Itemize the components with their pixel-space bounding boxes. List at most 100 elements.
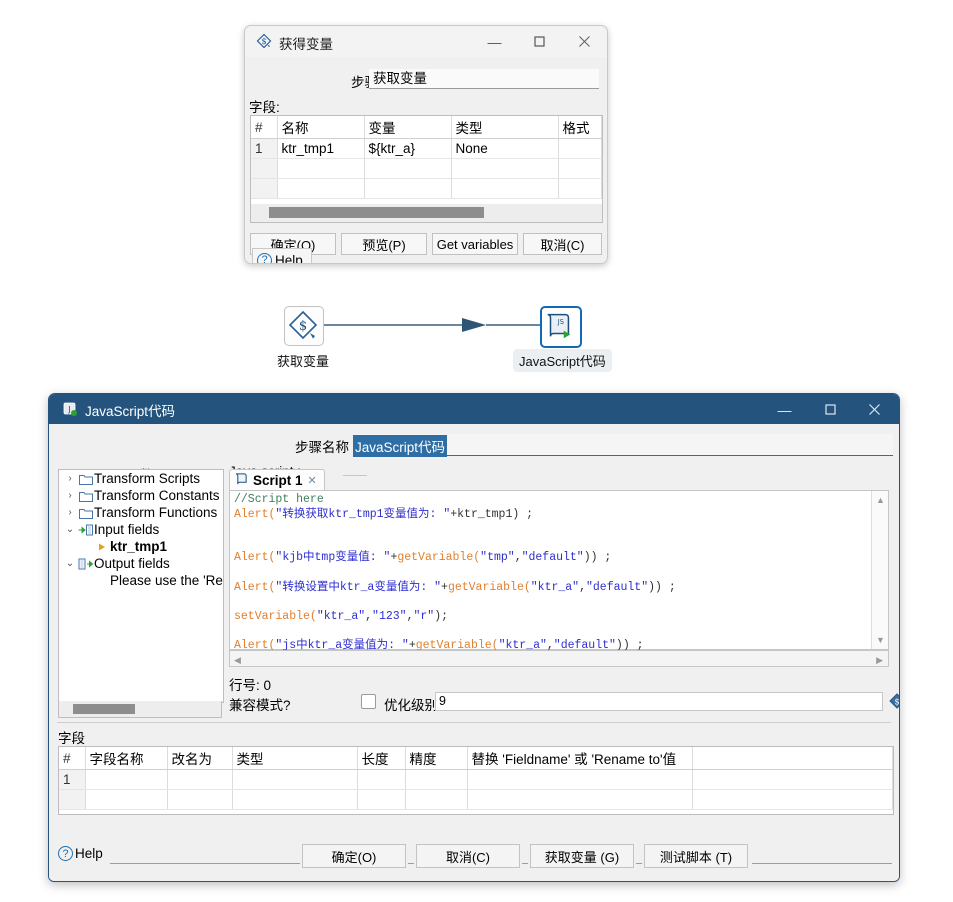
tree-item-output-fields[interactable]: ⌄ Output fields <box>59 555 223 572</box>
cell-extra[interactable] <box>692 790 893 810</box>
cell-rename-to[interactable] <box>167 790 232 810</box>
preview-button[interactable]: 预览(P) <box>341 233 427 255</box>
cell-precision[interactable] <box>405 770 467 790</box>
ok-button[interactable]: 确定(O) <box>302 844 406 868</box>
dialog1-table-hscrollbar[interactable] <box>250 204 603 223</box>
chevron-right-icon[interactable]: › <box>63 473 77 484</box>
code-editor[interactable]: //Script hereAlert("转换获取ktr_tmp1变量值为: "+… <box>229 490 889 650</box>
cell-format[interactable] <box>558 179 602 199</box>
hscrollbar-thumb[interactable] <box>269 207 484 218</box>
col-header-field-name[interactable]: 字段名称 <box>85 747 167 770</box>
cell-length[interactable] <box>357 790 405 810</box>
dialog2-help-button[interactable]: ? Help <box>58 846 103 861</box>
dialog2-title-bar[interactable]: J JavaScript代码 — <box>49 394 899 424</box>
scroll-left-icon[interactable]: ◀ <box>234 655 241 666</box>
transformation-canvas[interactable]: $ 获取变量 JS JavaScript代码 <box>0 276 953 386</box>
step-node-get-variable[interactable]: $ <box>284 306 324 346</box>
tree-item-transform-constants[interactable]: › Transform Constants <box>59 487 223 504</box>
tree-hscrollbar[interactable] <box>58 701 222 718</box>
dialog1-minimize-button[interactable]: — <box>472 26 517 57</box>
tree-item-input-fields[interactable]: ⌄ Input fields <box>59 521 223 538</box>
dialog2-close-button[interactable] <box>852 394 897 425</box>
cell-field-name[interactable] <box>85 770 167 790</box>
tree-item-ktr-tmp1[interactable]: ktr_tmp1 <box>59 538 223 555</box>
cell-precision[interactable] <box>405 790 467 810</box>
table-row[interactable] <box>251 159 602 179</box>
col-header-name[interactable]: 名称 <box>277 116 364 139</box>
cell-name[interactable]: ktr_tmp1 <box>277 139 364 159</box>
dialog1-help-button[interactable]: ? Help <box>252 248 312 264</box>
col-header-type[interactable]: 类型 <box>451 116 558 139</box>
step-label-get-variable[interactable]: 获取变量 <box>277 351 329 370</box>
dialog2-minimize-button[interactable]: — <box>762 394 807 425</box>
scroll-up-icon[interactable]: ▲ <box>876 495 885 505</box>
cell-name[interactable] <box>277 159 364 179</box>
editor-hscrollbar[interactable]: ◀ ▶ <box>229 650 889 667</box>
cell-type[interactable] <box>451 159 558 179</box>
cell-variable[interactable] <box>364 179 451 199</box>
variable-diamond-icon[interactable]: $ <box>889 693 900 709</box>
dialog1-close-button[interactable] <box>562 26 607 57</box>
cell-rename-to[interactable] <box>167 770 232 790</box>
cell-name[interactable] <box>277 179 364 199</box>
col-header-variable[interactable]: 变量 <box>364 116 451 139</box>
code-content[interactable]: //Script hereAlert("转换获取ktr_tmp1变量值为: "+… <box>234 493 868 654</box>
col-header-precision[interactable]: 精度 <box>405 747 467 770</box>
scroll-right-icon[interactable]: ▶ <box>876 655 883 666</box>
cell-length[interactable] <box>357 770 405 790</box>
dialog2-step-name-input[interactable]: JavaScript代码 <box>353 434 893 456</box>
table-row[interactable]: 1 ktr_tmp1 ${ktr_a} None <box>251 139 602 159</box>
editor-vscrollbar[interactable]: ▲ ▼ <box>871 491 888 649</box>
table-row[interactable] <box>251 179 602 199</box>
dialog1-title-bar[interactable]: $ 获得变量 — <box>245 26 607 57</box>
cell-replace[interactable] <box>467 770 692 790</box>
hop-connector[interactable] <box>0 276 953 386</box>
dialog1-maximize-button[interactable] <box>517 26 562 57</box>
cell-format[interactable] <box>558 139 602 159</box>
col-header-replace[interactable]: 替换 'Fieldname' 或 'Rename to'值 <box>467 747 692 770</box>
compatibility-mode-checkbox[interactable] <box>361 694 376 709</box>
functions-tree[interactable]: › Transform Scripts › Transform Constant… <box>58 469 224 703</box>
chevron-down-icon[interactable]: ⌄ <box>63 558 77 569</box>
cell-variable[interactable]: ${ktr_a} <box>364 139 451 159</box>
tab-script-1[interactable]: Script 1 ✕ <box>229 469 325 490</box>
cell-type[interactable] <box>232 770 357 790</box>
chevron-right-icon[interactable]: › <box>63 490 77 501</box>
scroll-down-icon[interactable]: ▼ <box>876 635 885 645</box>
table-row[interactable] <box>59 790 893 810</box>
col-header-format[interactable]: 格式 <box>558 116 602 139</box>
get-variables-button[interactable]: Get variables <box>432 233 518 255</box>
cell-format[interactable] <box>558 159 602 179</box>
cancel-button[interactable]: 取消(C) <box>416 844 520 868</box>
col-header-extra[interactable] <box>692 747 893 770</box>
col-header-index[interactable]: # <box>251 116 277 139</box>
cell-variable[interactable] <box>364 159 451 179</box>
cell-extra[interactable] <box>692 770 893 790</box>
step-label-javascript[interactable]: JavaScript代码 <box>513 349 612 372</box>
cell-type[interactable] <box>232 790 357 810</box>
optimization-level-input[interactable]: 9 <box>435 692 883 711</box>
hscrollbar-thumb[interactable] <box>73 704 135 714</box>
dialog2-fields-table[interactable]: # 字段名称 改名为 类型 长度 精度 替换 'Fieldname' 或 'Re… <box>58 746 894 815</box>
javascript-step-dialog[interactable]: J JavaScript代码 — 步骤名称 JavaScript代码 Java … <box>48 393 900 882</box>
col-header-type[interactable]: 类型 <box>232 747 357 770</box>
cell-type[interactable]: None <box>451 139 558 159</box>
tree-item-transform-scripts[interactable]: › Transform Scripts <box>59 470 223 487</box>
get-variables-button[interactable]: 获取变量 (G) <box>530 844 634 868</box>
chevron-down-icon[interactable]: ⌄ <box>63 524 77 535</box>
dialog1-fields-table[interactable]: # 名称 变量 类型 格式 1 ktr_tmp1 ${ktr_a} None <box>250 115 603 205</box>
step-node-javascript[interactable]: JS <box>540 306 582 348</box>
tree-item-output-hint[interactable]: Please use the 'Rep <box>59 572 223 589</box>
cancel-button[interactable]: 取消(C) <box>523 233 602 255</box>
get-variable-dialog[interactable]: $ 获得变量 — 步骤名称 获取变量 字段: # 名称 变量 类型 <box>244 25 608 264</box>
col-header-index[interactable]: # <box>59 747 85 770</box>
col-header-rename-to[interactable]: 改名为 <box>167 747 232 770</box>
tree-item-transform-functions[interactable]: › Transform Functions <box>59 504 223 521</box>
chevron-right-icon[interactable]: › <box>63 507 77 518</box>
dialog1-step-name-input[interactable]: 获取变量 <box>369 69 599 89</box>
table-row[interactable]: 1 <box>59 770 893 790</box>
dialog2-maximize-button[interactable] <box>808 394 853 425</box>
cell-field-name[interactable] <box>85 790 167 810</box>
cell-replace[interactable] <box>467 790 692 810</box>
cell-type[interactable] <box>451 179 558 199</box>
